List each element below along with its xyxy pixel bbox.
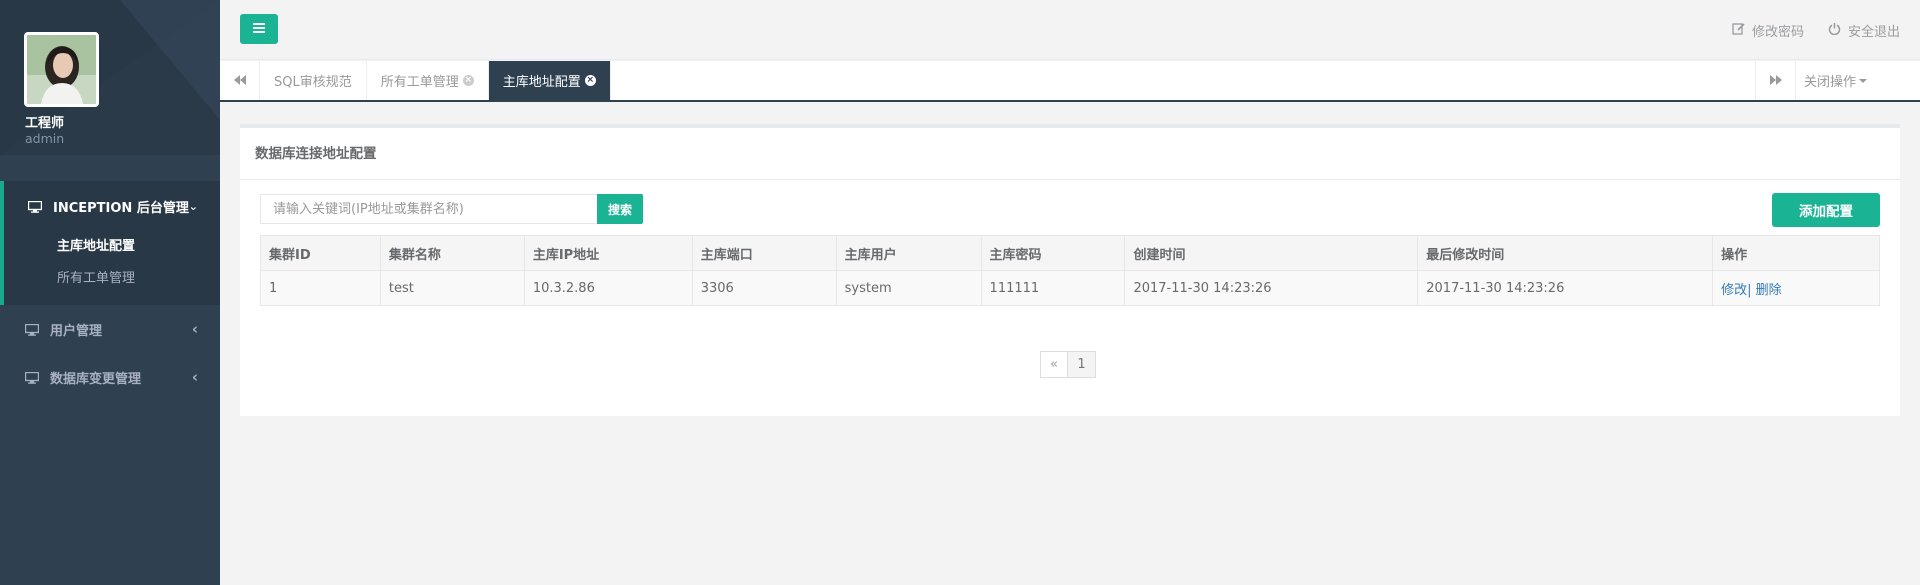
sidebar-group-db-change: 数据库变更管理 ‹ <box>0 353 220 401</box>
sidebar-item-users[interactable]: 用户管理 ‹ <box>0 305 220 353</box>
tab-master-config[interactable]: 主库地址配置 × <box>488 61 611 100</box>
chevron-down-icon: ⌄ <box>188 199 198 213</box>
tab-label: 主库地址配置 <box>502 75 581 90</box>
column-header[interactable]: 创建时间 <box>1124 235 1419 271</box>
page-tabs: SQL审核规范 所有工单管理 × 主库地址配置 × <box>260 61 611 100</box>
column-header[interactable]: 主库用户 <box>835 235 982 271</box>
submenu: 主库地址配置 所有工单管理 <box>4 231 220 305</box>
column-header[interactable]: 集群名称 <box>379 235 525 271</box>
sidebar-subitem-all-tickets[interactable]: 所有工单管理 <box>4 263 220 295</box>
change-password-label: 修改密码 <box>1751 24 1804 40</box>
cell-modified-time: 2017-11-30 14:23:26 <box>1417 270 1714 306</box>
caret-down-icon <box>1859 78 1867 83</box>
close-tab-icon[interactable]: × <box>462 75 474 86</box>
sidebar: 工程师 admin INCEPTION 后台管理 ⌄ 主库地址配置 所有工单管理 <box>0 0 220 585</box>
pagination-prev[interactable]: « <box>1040 351 1068 378</box>
sidebar-item-label: 用户管理 <box>50 323 103 339</box>
search-button[interactable]: 搜索 <box>597 194 643 224</box>
chevron-left-icon: ‹ <box>191 368 198 386</box>
top-links: 修改密码 安全退出 <box>1708 0 1900 60</box>
sidebar-item-inception[interactable]: INCEPTION 后台管理 ⌄ <box>4 181 220 231</box>
monitor-icon <box>27 200 43 213</box>
cell-master-password: 111111 <box>980 270 1126 306</box>
cell-master-ip: 10.3.2.86 <box>523 270 693 306</box>
top-navbar: 修改密码 安全退出 <box>220 0 1920 60</box>
logout-label: 安全退出 <box>1847 24 1900 40</box>
column-header[interactable]: 最后修改时间 <box>1417 235 1714 271</box>
power-icon <box>1828 22 1841 38</box>
sidebar-group-inception: INCEPTION 后台管理 ⌄ 主库地址配置 所有工单管理 <box>0 181 220 305</box>
profile-card: 工程师 admin <box>0 0 220 155</box>
cell-cluster-name: test <box>379 270 525 306</box>
user-role: admin <box>25 131 65 146</box>
tab-label: 所有工单管理 <box>380 75 459 90</box>
config-table: 集群ID 集群名称 主库IP地址 主库端口 主库用户 主库密码 创建时间 最后修… <box>260 235 1880 306</box>
column-header[interactable]: 主库端口 <box>691 235 837 271</box>
scroll-tabs-right-button[interactable] <box>1755 61 1795 100</box>
forward-icon <box>1769 73 1782 89</box>
edit-icon <box>1732 22 1745 38</box>
cell-master-user: system <box>835 270 982 306</box>
tab-bar: SQL审核规范 所有工单管理 × 主库地址配置 × 关闭操作 <box>220 61 1920 102</box>
monitor-icon <box>24 323 40 336</box>
add-config-button[interactable]: 添加配置 <box>1772 193 1880 227</box>
column-header[interactable]: 主库密码 <box>980 235 1126 271</box>
pagination: « 1 <box>1040 351 1096 378</box>
menu-toggle-button[interactable] <box>240 14 278 44</box>
cell-created-time: 2017-11-30 14:23:26 <box>1124 270 1419 306</box>
cell-actions: 修改| 删除 <box>1712 270 1880 306</box>
tab-all-tickets[interactable]: 所有工单管理 × <box>367 61 489 100</box>
close-operations-label: 关闭操作 <box>1803 75 1856 90</box>
column-header: 操作 <box>1712 235 1880 271</box>
edit-link[interactable]: 修改 <box>1721 283 1747 298</box>
close-operations-dropdown[interactable]: 关闭操作 <box>1795 61 1875 100</box>
panel-title: 数据库连接地址配置 <box>240 128 1900 180</box>
menu-icon <box>253 22 265 37</box>
sidebar-nav: INCEPTION 后台管理 ⌄ 主库地址配置 所有工单管理 用户管理 ‹ 数据… <box>0 181 220 401</box>
chevron-left-icon: ‹ <box>191 320 198 338</box>
delete-link[interactable]: 删除 <box>1756 283 1782 298</box>
sidebar-subitem-master-config[interactable]: 主库地址配置 <box>4 231 220 263</box>
tab-label: SQL审核规范 <box>274 75 352 90</box>
sidebar-item-label: INCEPTION 后台管理 <box>53 200 189 216</box>
close-tab-icon[interactable]: × <box>584 75 596 86</box>
sidebar-item-db-change[interactable]: 数据库变更管理 ‹ <box>0 353 220 401</box>
sidebar-item-label: 数据库变更管理 <box>50 371 142 387</box>
avatar[interactable] <box>24 32 99 107</box>
config-panel: 数据库连接地址配置 搜索 添加配置 集群ID 集群名称 主库IP地址 主库端口 … <box>240 124 1900 416</box>
sidebar-group-users: 用户管理 ‹ <box>0 305 220 353</box>
column-header[interactable]: 集群ID <box>260 235 381 271</box>
table-row: 1 test 10.3.2.86 3306 system 111111 2017… <box>260 270 1880 306</box>
pagination-page[interactable]: 1 <box>1068 351 1096 378</box>
scroll-tabs-left-button[interactable] <box>220 61 260 100</box>
cell-cluster-id: 1 <box>260 270 381 306</box>
user-name: 工程师 <box>25 116 65 131</box>
cell-master-port: 3306 <box>691 270 837 306</box>
column-header[interactable]: 主库IP地址 <box>523 235 693 271</box>
logout-link[interactable]: 安全退出 <box>1828 21 1900 40</box>
search-group: 搜索 <box>260 194 643 224</box>
monitor-icon <box>24 371 40 384</box>
table-header-row: 集群ID 集群名称 主库IP地址 主库端口 主库用户 主库密码 创建时间 最后修… <box>260 235 1880 271</box>
action-separator: | <box>1747 282 1752 298</box>
change-password-link[interactable]: 修改密码 <box>1732 21 1804 40</box>
tab-sql-rules[interactable]: SQL审核规范 <box>260 61 367 100</box>
backward-icon <box>233 73 246 89</box>
search-input[interactable] <box>260 194 597 224</box>
